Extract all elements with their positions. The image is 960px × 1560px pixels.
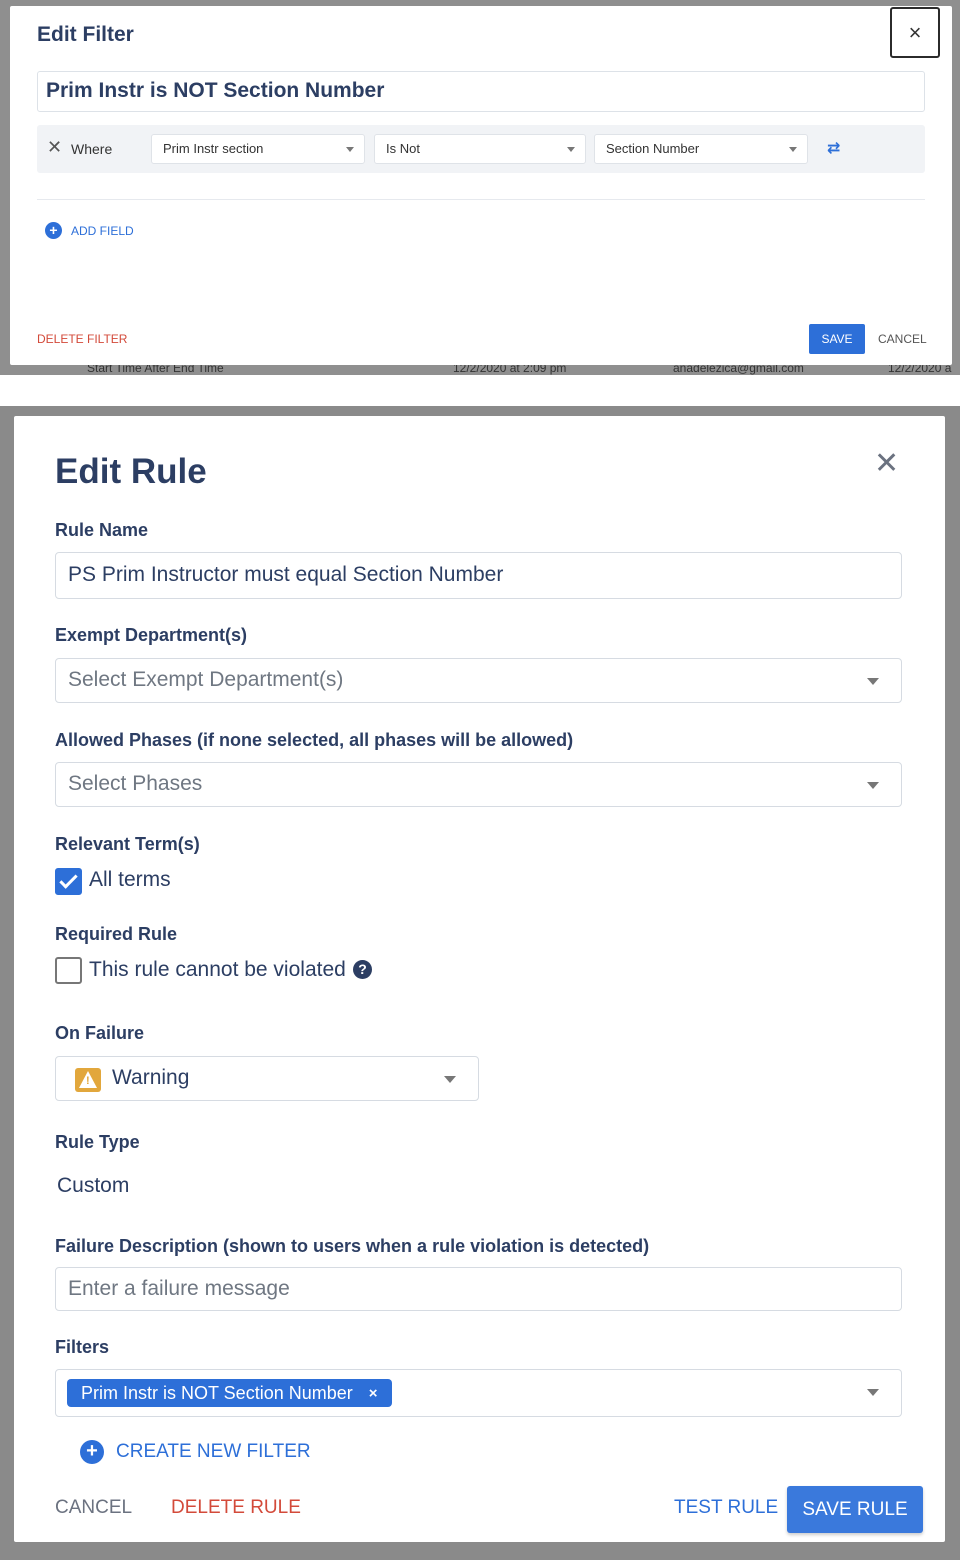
operator-select[interactable]: Is Not	[374, 134, 586, 164]
remove-chip-icon[interactable]: ×	[369, 1385, 378, 1402]
filters-select[interactable]: Prim Instr is NOT Section Number ×	[55, 1369, 902, 1417]
filter-chip[interactable]: Prim Instr is NOT Section Number ×	[67, 1379, 392, 1407]
all-terms-label: All terms	[89, 868, 171, 891]
remove-condition-icon[interactable]: ✕	[47, 137, 62, 158]
add-field-label: ADD FIELD	[71, 223, 134, 238]
chevron-down-icon	[867, 782, 879, 789]
rule-type-value: Custom	[57, 1174, 130, 1197]
chevron-down-icon	[567, 147, 575, 152]
all-terms-checkbox[interactable]	[55, 868, 82, 895]
allowed-phases-label: Allowed Phases (if none selected, all ph…	[55, 730, 574, 750]
chevron-down-icon	[789, 147, 797, 152]
required-rule-label: Required Rule	[55, 924, 178, 944]
help-icon[interactable]: ?	[353, 960, 372, 979]
field-select-value: Prim Instr section	[163, 141, 264, 156]
delete-rule-button[interactable]: DELETE RULE	[171, 1497, 301, 1519]
on-failure-value: Warning	[112, 1066, 190, 1089]
exempt-departments-label: Exempt Department(s)	[55, 625, 248, 645]
plus-icon: +	[45, 222, 62, 239]
plus-icon: +	[80, 1440, 104, 1464]
select-placeholder: Select Exempt Department(s)	[68, 668, 344, 691]
failure-description-label: Failure Description (shown to users when…	[55, 1236, 650, 1256]
save-rule-button[interactable]: SAVE RULE	[787, 1486, 923, 1533]
required-rule-checkbox[interactable]	[55, 957, 82, 984]
filter-condition-row: ✕ Where Prim Instr section Is Not Sectio…	[37, 125, 925, 173]
test-rule-button[interactable]: TEST RULE	[674, 1497, 778, 1519]
edit-rule-dialog: Edit Rule ✕ Rule Name PS Prim Instructor…	[14, 416, 945, 1542]
on-failure-select[interactable]: ! Warning	[55, 1056, 479, 1101]
failure-description-input[interactable]: Enter a failure message	[55, 1267, 902, 1311]
filters-label: Filters	[55, 1337, 110, 1357]
checkmark-icon	[59, 870, 78, 889]
swap-icon[interactable]: ⇄	[827, 138, 840, 158]
select-placeholder: Select Phases	[68, 772, 203, 795]
field-select[interactable]: Prim Instr section	[151, 134, 365, 164]
dialog-title: Edit Rule	[55, 452, 207, 491]
where-label: Where	[71, 141, 113, 157]
warning-exclamation: !	[86, 1075, 90, 1087]
add-field-button[interactable]: + ADD FIELD	[45, 222, 134, 239]
exempt-departments-select[interactable]: Select Exempt Department(s)	[55, 658, 902, 703]
chevron-down-icon	[867, 1389, 879, 1396]
chevron-down-icon	[867, 678, 879, 685]
cancel-button[interactable]: CANCEL	[878, 332, 927, 346]
edit-rule-screenshot: Edit Rule ✕ Rule Name PS Prim Instructor…	[0, 406, 960, 1560]
filter-name-input[interactable]: Prim Instr is NOT Section Number	[37, 71, 925, 112]
rule-type-label: Rule Type	[55, 1132, 140, 1152]
chevron-down-icon	[444, 1076, 456, 1083]
operator-select-value: Is Not	[386, 141, 420, 156]
warning-icon: !	[75, 1068, 101, 1092]
close-icon[interactable]: ✕	[874, 446, 899, 481]
dialog-title: Edit Filter	[37, 23, 134, 46]
chevron-down-icon	[346, 147, 354, 152]
allowed-phases-select[interactable]: Select Phases	[55, 762, 902, 807]
divider	[37, 199, 925, 200]
edit-filter-dialog: Edit Filter × Prim Instr is NOT Section …	[10, 6, 952, 365]
value-select[interactable]: Section Number	[594, 134, 808, 164]
required-rule-option-label: This rule cannot be violated	[89, 958, 346, 981]
delete-filter-button[interactable]: DELETE FILTER	[37, 332, 127, 346]
on-failure-label: On Failure	[55, 1023, 145, 1043]
close-button[interactable]: ×	[890, 7, 940, 58]
create-new-filter-button[interactable]: + CREATE NEW FILTER	[80, 1440, 311, 1464]
filter-chip-label: Prim Instr is NOT Section Number	[81, 1382, 353, 1403]
relevant-terms-label: Relevant Term(s)	[55, 834, 200, 854]
edit-filter-screenshot: Start Time After End Time 12/2/2020 at 2…	[0, 0, 960, 375]
cancel-button[interactable]: CANCEL	[55, 1497, 132, 1519]
save-button[interactable]: SAVE	[809, 324, 865, 354]
rule-name-label: Rule Name	[55, 520, 149, 540]
rule-name-input[interactable]: PS Prim Instructor must equal Section Nu…	[55, 552, 902, 599]
create-new-filter-label: CREATE NEW FILTER	[116, 1441, 311, 1462]
close-icon: ×	[908, 19, 922, 45]
value-select-value: Section Number	[606, 141, 700, 156]
